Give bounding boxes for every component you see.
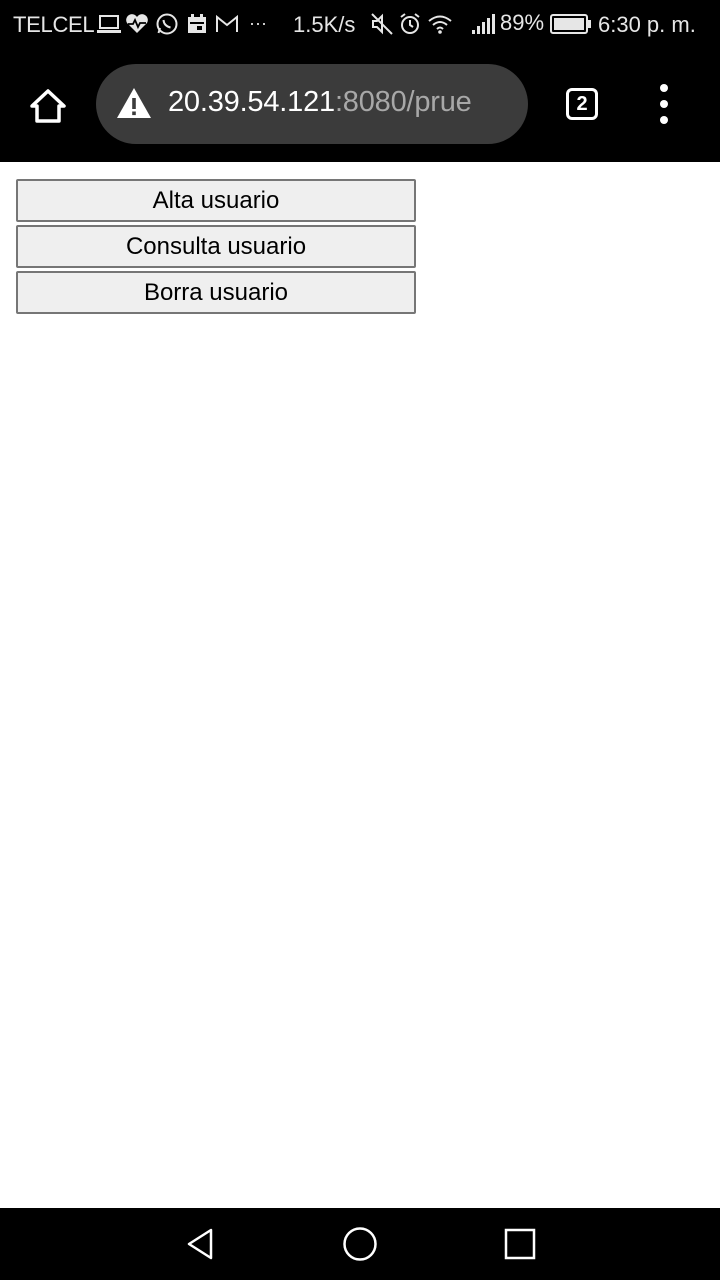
home-button[interactable] [24, 82, 72, 130]
menu-dot-icon [660, 84, 668, 92]
alta-usuario-button[interactable]: Alta usuario [16, 179, 416, 222]
menu-dot-icon [660, 116, 668, 124]
wifi-icon [427, 11, 453, 37]
laptop-icon [96, 11, 122, 37]
status-bar: TELCEL ··· 1.5K/s 89% 6:30 p. m. [0, 0, 720, 50]
more-dots-icon: ··· [249, 12, 267, 33]
url-text: 20.39.54.121:8080/prue [168, 86, 472, 119]
home-circle-icon [343, 1227, 377, 1261]
borra-usuario-button[interactable]: Borra usuario [16, 271, 416, 314]
tab-switcher-button[interactable]: 2 [566, 88, 598, 120]
warning-icon[interactable] [116, 86, 152, 120]
address-bar[interactable]: 20.39.54.121:8080/prue [96, 64, 528, 144]
whatsapp-icon [154, 11, 180, 37]
clock: 6:30 p. m. [598, 12, 696, 37]
alarm-icon [397, 11, 423, 37]
nav-home-button[interactable] [340, 1224, 380, 1264]
gmail-icon [214, 11, 240, 37]
back-icon [187, 1228, 213, 1260]
recents-button[interactable] [500, 1224, 540, 1264]
calendar-icon [184, 11, 210, 37]
page-content: Alta usuario Consulta usuario Borra usua… [0, 162, 720, 1208]
url-path: :8080/prue [334, 86, 472, 118]
back-button[interactable] [180, 1224, 220, 1264]
navigation-bar [0, 1208, 720, 1280]
consulta-usuario-button[interactable]: Consulta usuario [16, 225, 416, 268]
battery-icon [550, 11, 592, 37]
heart-rate-icon [124, 11, 150, 37]
url-host: 20.39.54.121 [168, 86, 335, 118]
carrier-name: TELCEL [13, 12, 95, 37]
recents-icon [504, 1228, 536, 1260]
home-icon [30, 89, 66, 123]
signal-icon [470, 11, 496, 37]
battery-percent: 89% [500, 10, 545, 35]
browser-toolbar: 20.39.54.121:8080/prue 2 [0, 50, 720, 162]
menu-dot-icon [660, 100, 668, 108]
network-speed: 1.5K/s [293, 12, 356, 37]
phone-screen: TELCEL ··· 1.5K/s 89% 6:30 p. m. 20.39.5… [0, 0, 720, 1280]
mute-icon [369, 11, 395, 37]
browser-menu-button[interactable] [648, 84, 680, 124]
